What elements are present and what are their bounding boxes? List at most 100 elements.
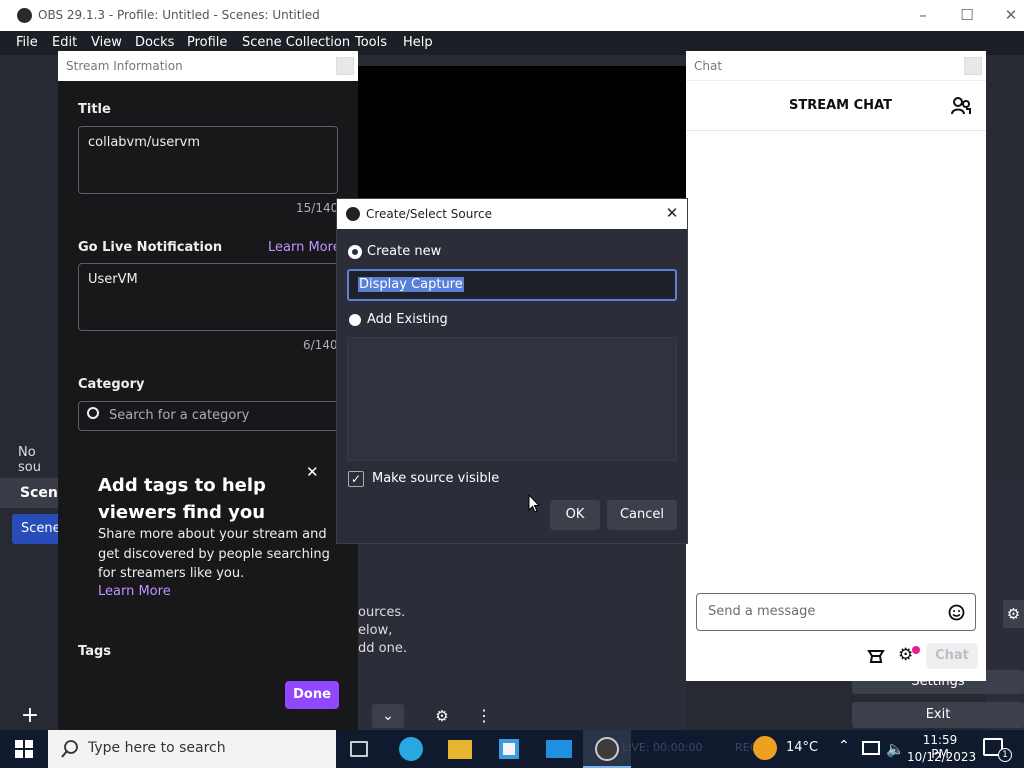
scenes-dock-header: Scene — [0, 478, 67, 508]
cancel-label: Cancel — [619, 507, 665, 522]
scene-item[interactable]: Scene — [12, 514, 61, 544]
existing-sources-list[interactable] — [347, 337, 677, 461]
stream-title-value: collabvm/uservm — [88, 135, 200, 150]
task-view-icon[interactable] — [350, 741, 368, 757]
notification-char-count: 6/140 — [303, 338, 338, 352]
tags-close-icon[interactable]: ✕ — [306, 465, 320, 480]
category-search-input[interactable]: Search for a category — [78, 401, 340, 431]
menu-scene-collection[interactable]: Scene Collection — [242, 35, 350, 50]
dialog-close-icon[interactable]: ✕ — [663, 204, 681, 222]
windows-start-icon[interactable] — [15, 740, 33, 758]
dialog-titlebar: Create/Select Source ✕ — [337, 199, 687, 229]
chat-send-label: Chat — [935, 648, 969, 663]
stream-title-input[interactable]: collabvm/uservm — [78, 126, 338, 194]
window-title: OBS 29.1.3 - Profile: Untitled - Scenes:… — [38, 8, 320, 22]
taskbar-search-box[interactable]: Type here to search — [48, 730, 336, 768]
stream-info-title: Stream Information — [66, 59, 183, 73]
audio-mixer-dock — [420, 544, 686, 730]
mixer-settings-gear-icon[interactable]: ⚙ — [430, 704, 454, 728]
chat-titlebar: Chat — [686, 51, 986, 81]
preview-canvas[interactable] — [357, 66, 687, 201]
chat-input-placeholder: Send a message — [708, 604, 816, 619]
tags-learn-more-link[interactable]: Learn More — [98, 584, 171, 599]
chat-panel-title: Chat — [694, 59, 723, 73]
stream-information-panel: Stream Information Title collabvm/uservm… — [58, 51, 358, 730]
create-new-label[interactable]: Create new — [367, 244, 441, 259]
weather-sun-icon[interactable] — [753, 736, 777, 760]
minimize-button[interactable]: – — [908, 4, 938, 26]
sources-hint-1: ources. — [358, 605, 406, 620]
make-visible-checkbox[interactable]: ✓ — [348, 471, 364, 487]
close-window-button[interactable]: ✕ — [996, 4, 1024, 26]
search-icon — [87, 407, 99, 419]
chat-close-button[interactable] — [964, 57, 982, 75]
chat-header: STREAM CHAT — [686, 81, 986, 131]
bits-cheer-icon[interactable] — [867, 648, 885, 664]
ok-button[interactable]: OK — [550, 500, 600, 530]
live-status-text: LIVE: 00:00:00 — [622, 741, 703, 754]
menu-view[interactable]: View — [91, 35, 122, 50]
file-explorer-icon[interactable] — [448, 740, 472, 759]
done-button[interactable]: Done — [285, 681, 339, 709]
mixer-more-icon[interactable]: ⋮ — [476, 704, 492, 728]
go-live-learn-more-link[interactable]: Learn More — [268, 240, 341, 255]
chat-message-input[interactable]: Send a message — [696, 593, 976, 631]
menu-file[interactable]: File — [16, 35, 38, 50]
scene-item-label: Scene — [21, 521, 61, 536]
go-live-notification-input[interactable]: UserVM — [78, 263, 340, 331]
add-existing-radio[interactable] — [349, 314, 361, 326]
controls-gear-icon[interactable]: ⚙ — [1003, 600, 1024, 628]
add-scene-icon[interactable]: + — [18, 705, 42, 728]
obs-logo-icon — [17, 8, 32, 23]
maximize-button[interactable]: ☐ — [952, 4, 982, 26]
dialog-title: Create/Select Source — [366, 207, 492, 221]
notification-count-badge: 1 — [998, 748, 1012, 762]
go-live-notification-label: Go Live Notification — [78, 240, 223, 255]
tags-label: Tags — [78, 644, 112, 659]
stream-info-close-button[interactable] — [336, 57, 354, 75]
obs-dialog-icon — [346, 207, 360, 221]
community-users-icon[interactable] — [951, 97, 971, 115]
volume-muted-icon[interactable]: 🔈 — [886, 740, 905, 758]
create-new-radio[interactable] — [349, 246, 361, 258]
taskbar-search-icon — [61, 740, 78, 758]
stream-chat-title: STREAM CHAT — [789, 98, 892, 113]
source-name-input[interactable]: Display Capture — [347, 269, 677, 301]
show-hidden-icons-chevron-icon[interactable]: ⌃ — [838, 738, 850, 754]
chat-send-button[interactable]: Chat — [926, 643, 978, 669]
edge-browser-icon[interactable] — [399, 737, 423, 761]
menu-edit[interactable]: Edit — [52, 35, 77, 50]
exit-button[interactable]: Exit — [852, 702, 1024, 728]
done-label: Done — [293, 687, 331, 702]
menu-profile[interactable]: Profile — [187, 35, 227, 50]
clock-date[interactable]: 10/12/2023 — [907, 750, 976, 764]
no-source-text: No sou — [18, 445, 41, 475]
stream-info-titlebar: Stream Information — [58, 51, 358, 81]
taskbar-search-placeholder: Type here to search — [88, 740, 226, 756]
tags-body-text: Share more about your stream and get dis… — [98, 527, 330, 581]
obs-taskbar-icon — [595, 737, 619, 761]
cancel-button[interactable]: Cancel — [607, 500, 677, 530]
category-label: Category — [78, 377, 145, 392]
weather-temperature[interactable]: 14°C — [786, 740, 818, 755]
create-select-source-dialog: Create/Select Source ✕ Create new Displa… — [336, 198, 688, 544]
emote-picker-icon[interactable] — [948, 604, 965, 621]
category-search-placeholder: Search for a category — [109, 408, 250, 423]
make-visible-label[interactable]: Make source visible — [372, 471, 499, 486]
network-icon[interactable] — [862, 741, 880, 755]
mail-icon[interactable] — [546, 740, 572, 758]
sources-hint-3: dd one. — [358, 641, 407, 656]
tags-heading: Add tags to help viewers find you — [98, 475, 266, 523]
chevron-down-icon[interactable]: ⌄ — [372, 704, 404, 728]
ok-label: OK — [565, 507, 585, 522]
menu-tools[interactable]: Tools — [355, 35, 387, 50]
sources-dock-fragment: ources. elow, dd one. — [358, 544, 420, 730]
microsoft-store-icon[interactable] — [499, 739, 519, 759]
notification-dot-icon — [912, 646, 920, 654]
sources-empty-area: No sou — [0, 434, 58, 475]
menu-docks[interactable]: Docks — [135, 35, 174, 50]
window-titlebar: OBS 29.1.3 - Profile: Untitled - Scenes:… — [0, 0, 1024, 31]
menu-help[interactable]: Help — [403, 35, 433, 50]
add-existing-label[interactable]: Add Existing — [367, 312, 448, 327]
source-name-value: Display Capture — [358, 277, 464, 292]
